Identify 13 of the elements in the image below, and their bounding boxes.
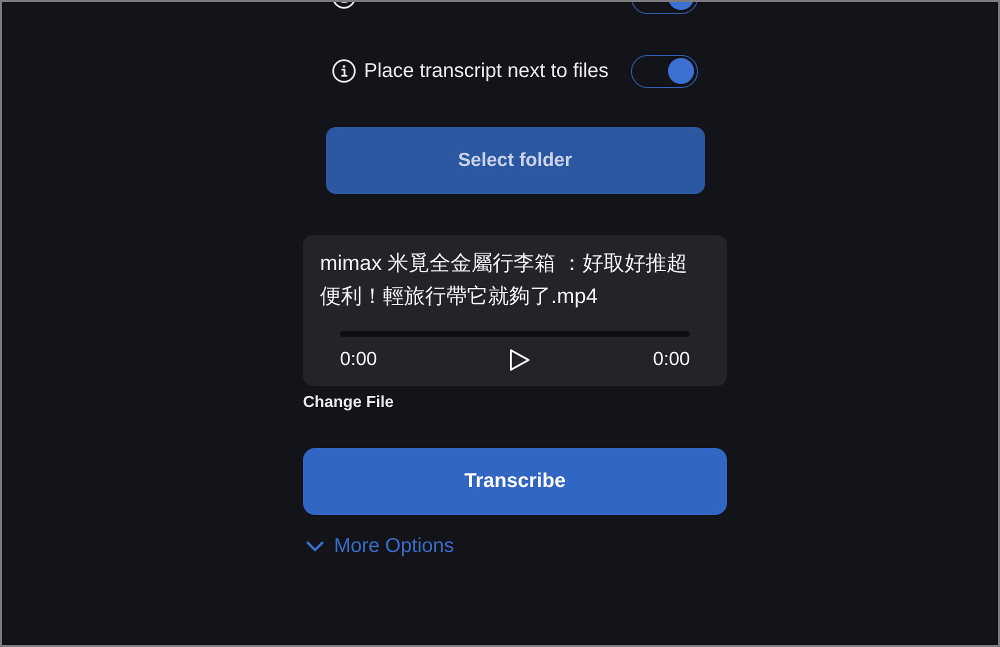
transcribe-button[interactable]: Transcribe	[303, 448, 727, 515]
change-file-link[interactable]: Change File	[303, 394, 394, 412]
select-folder-button[interactable]: Select folder	[326, 127, 704, 194]
option-label: Place transcript next to files	[364, 60, 610, 82]
more-options-toggle[interactable]: More Options	[303, 535, 454, 558]
current-time: 0:00	[340, 349, 377, 371]
chevron-down-icon	[306, 541, 324, 552]
toggle-switch[interactable]	[631, 54, 698, 88]
file-name: mimax 米覓全金屬行李箱 ：好取好推超便利！輕旅行帶它就夠了.mp4	[320, 251, 688, 310]
duration: 0:00	[653, 349, 690, 371]
info-icon[interactable]	[332, 59, 356, 83]
play-button[interactable]	[508, 348, 530, 372]
play-icon	[508, 348, 530, 372]
